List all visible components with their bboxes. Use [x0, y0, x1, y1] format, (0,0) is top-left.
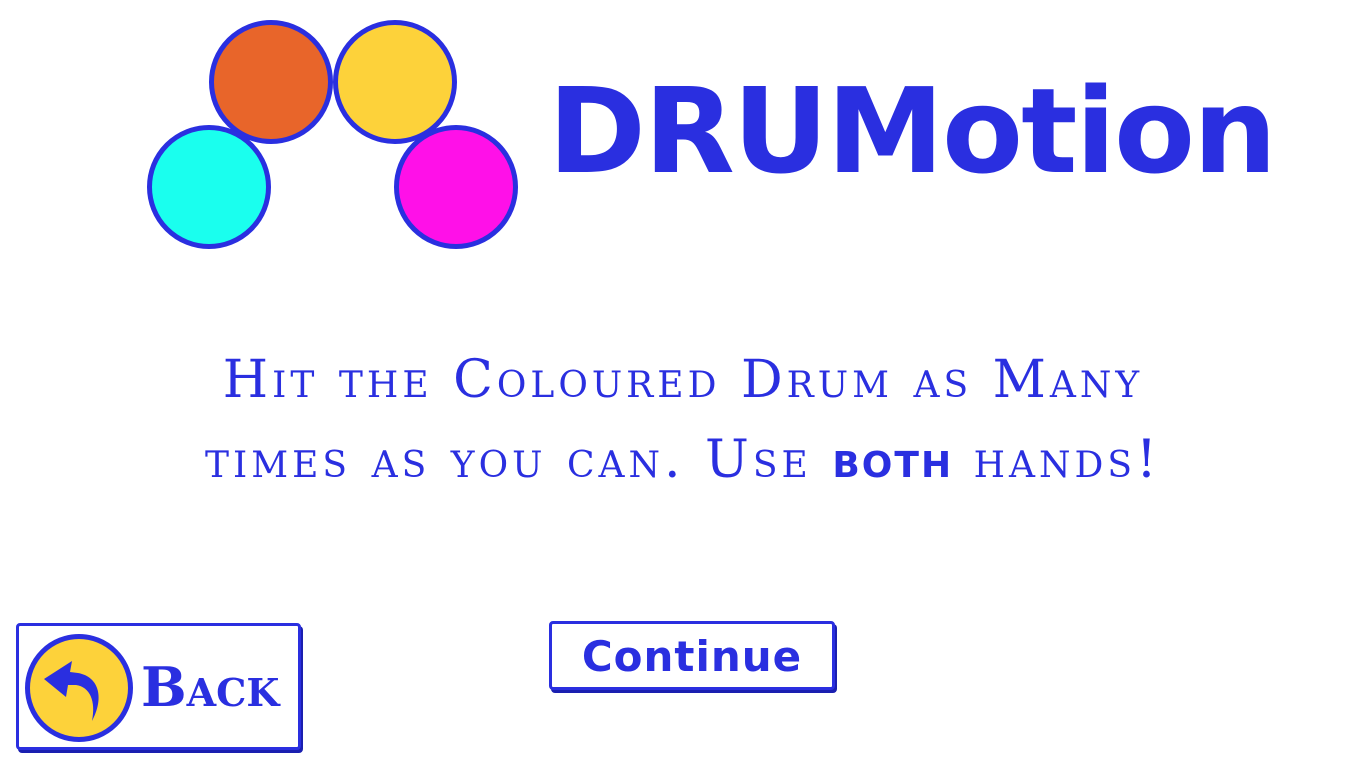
continue-button-label: Continue: [581, 632, 803, 681]
orange-drum-icon: [209, 20, 333, 144]
magenta-drum-icon: [394, 125, 518, 249]
instructions-line-2: times as you can. Use both hands!: [0, 420, 1366, 500]
instructions-text: Hit the Coloured Drum as Many times as y…: [0, 340, 1366, 500]
yellow-drum-icon: [333, 20, 457, 144]
app-title: DRUMotion: [548, 62, 1277, 200]
instructions-line-1: Hit the Coloured Drum as Many: [222, 350, 1144, 410]
continue-button[interactable]: Continue: [549, 621, 835, 690]
cyan-drum-icon: [147, 125, 271, 249]
back-arrow-icon: [25, 634, 133, 742]
instructions-line-2-suffix: hands!: [953, 430, 1161, 490]
instructions-emphasis: both: [832, 430, 954, 490]
instructions-line-2-prefix: times as you can. Use: [205, 430, 833, 490]
back-button[interactable]: Back: [16, 623, 301, 750]
back-button-label: Back: [141, 655, 280, 719]
